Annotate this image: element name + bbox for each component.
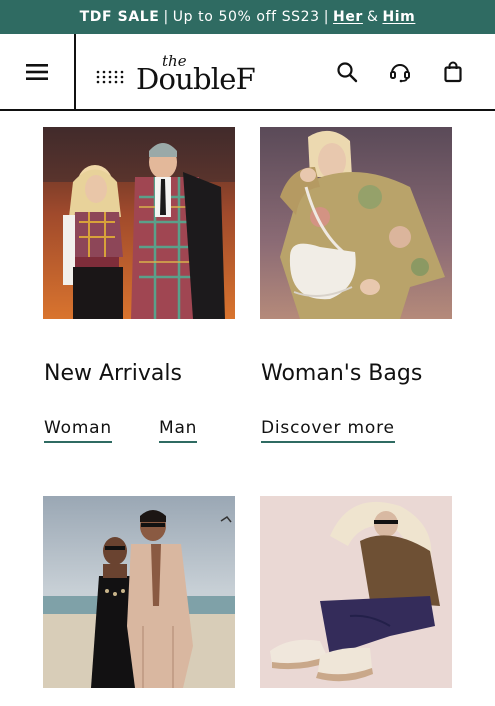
beach-editorial-image[interactable] (43, 496, 235, 688)
womans-bags-title[interactable]: Woman's Bags (261, 361, 422, 386)
support-button[interactable] (388, 60, 412, 84)
menu-button[interactable] (0, 34, 76, 109)
him-link[interactable]: Him (382, 9, 415, 25)
site-header: the DoubleF (0, 34, 495, 111)
logo-dots-icon (96, 70, 124, 84)
search-icon (337, 62, 358, 83)
womans-bags-discover-link[interactable]: Discover more (261, 418, 395, 443)
promo-separator-2: | (323, 9, 330, 25)
new-arrivals-man-link[interactable]: Man (159, 418, 198, 443)
logo-brand: DoubleF (136, 62, 256, 96)
new-arrivals-woman-link[interactable]: Woman (44, 418, 112, 443)
new-arrivals-title[interactable]: New Arrivals (44, 361, 182, 386)
headset-icon (390, 64, 410, 83)
and-text: & (366, 9, 379, 25)
offer-text: Up to 50% off SS23 (172, 9, 320, 25)
womans-bags-image[interactable] (260, 127, 452, 319)
search-button[interactable] (335, 60, 359, 84)
sale-label: TDF SALE (79, 9, 160, 25)
shopping-bag-icon (444, 61, 462, 83)
site-logo[interactable]: the DoubleF (96, 48, 296, 98)
menu-icon (26, 63, 48, 80)
cart-button[interactable] (441, 60, 465, 84)
her-link[interactable]: Her (333, 9, 363, 25)
new-arrivals-image[interactable] (43, 127, 235, 319)
promo-banner: TDF SALE | Up to 50% off SS23 | Her & Hi… (0, 0, 495, 34)
sneakers-editorial-image[interactable] (260, 496, 452, 688)
promo-separator: | (163, 9, 169, 25)
